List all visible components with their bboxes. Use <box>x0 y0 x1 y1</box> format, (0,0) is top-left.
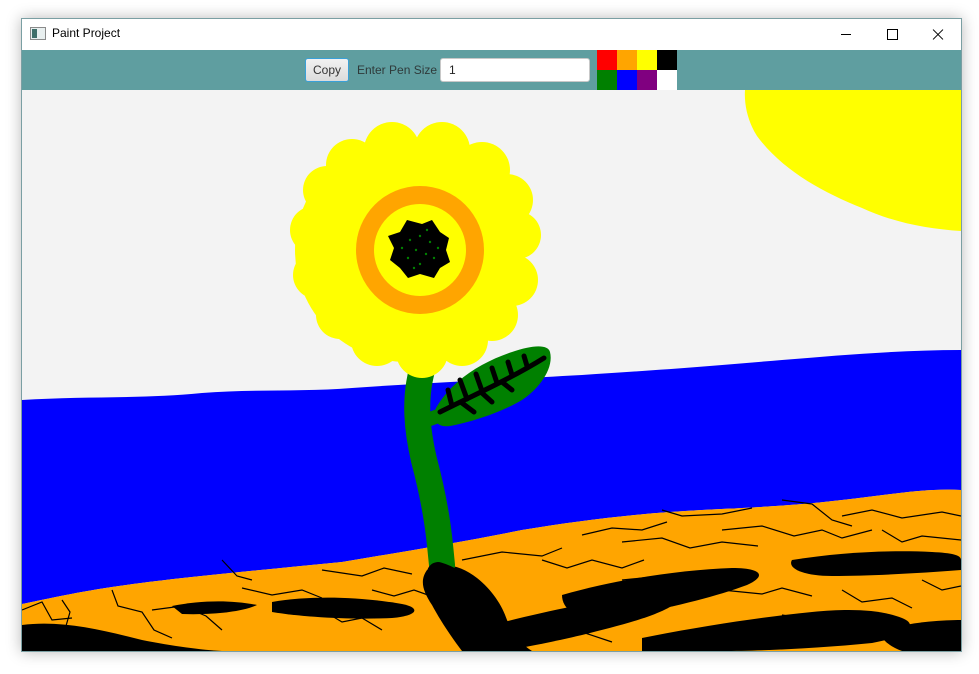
color-swatch-white[interactable] <box>657 70 677 90</box>
toolbar: Copy Enter Pen Size <box>22 50 961 90</box>
color-swatch-green[interactable] <box>597 70 617 90</box>
pen-size-label: Enter Pen Size <box>357 63 438 77</box>
app-icon <box>30 27 46 40</box>
pen-size-input[interactable] <box>440 58 590 82</box>
color-swatch-red[interactable] <box>597 50 617 70</box>
maximize-button[interactable] <box>869 19 915 50</box>
color-swatch-blue[interactable] <box>617 70 637 90</box>
sun-shape <box>744 90 961 231</box>
color-palette <box>597 50 677 90</box>
canvas-drawing <box>22 90 961 651</box>
drawing-canvas[interactable] <box>22 90 961 651</box>
minimize-icon <box>841 34 851 35</box>
color-swatch-purple[interactable] <box>637 70 657 90</box>
close-button[interactable] <box>915 19 961 50</box>
color-swatch-orange[interactable] <box>617 50 637 70</box>
color-swatch-black[interactable] <box>657 50 677 70</box>
close-icon <box>932 29 944 41</box>
minimize-button[interactable] <box>823 19 869 50</box>
color-swatch-yellow[interactable] <box>637 50 657 70</box>
window-title: Paint Project <box>52 26 121 40</box>
maximize-icon <box>886 29 898 40</box>
title-bar[interactable]: Paint Project <box>22 19 961 50</box>
copy-button[interactable]: Copy <box>305 58 349 82</box>
app-window: Paint Project Copy Enter Pen Size <box>21 18 962 652</box>
